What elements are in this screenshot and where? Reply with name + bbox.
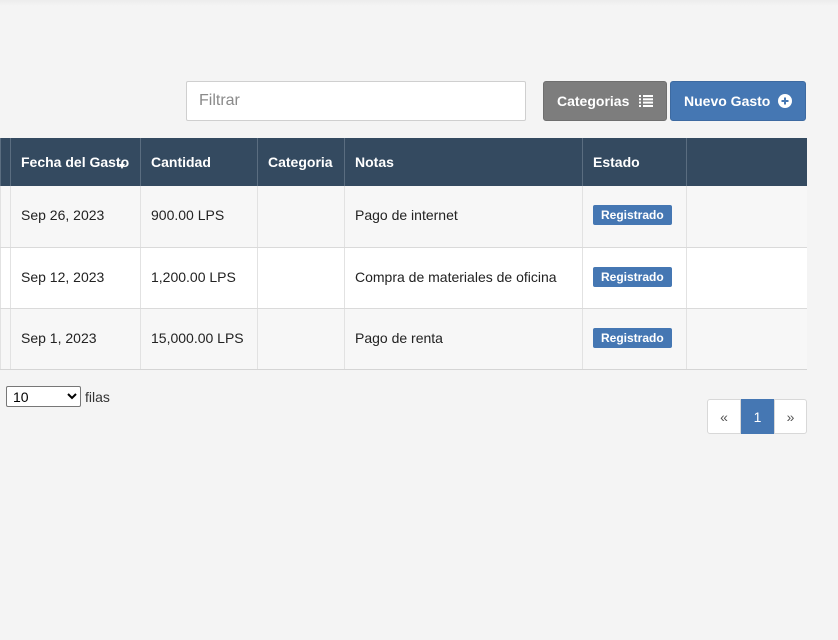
pagination: « 1 » <box>707 399 807 434</box>
cell-estado: Registrado <box>582 186 686 247</box>
cell-estado: Registrado <box>582 248 686 308</box>
table-header: Fecha del Gasto Cantidad Categoria Notas… <box>0 138 807 186</box>
cell-categoria <box>257 186 344 247</box>
row-select-cell <box>0 248 10 308</box>
pagination-prev-button[interactable]: « <box>707 399 741 434</box>
new-expense-button[interactable]: Nuevo Gasto <box>670 81 806 121</box>
cell-actions <box>686 248 807 308</box>
table-row[interactable]: Sep 12, 2023 1,200.00 LPS Compra de mate… <box>0 247 807 308</box>
cell-notas: Compra de materiales de oficina <box>344 248 582 308</box>
rows-label: filas <box>85 388 110 405</box>
column-header-categoria[interactable]: Categoria <box>257 138 344 186</box>
page-size-select[interactable]: 102550100 <box>6 386 81 407</box>
cell-actions <box>686 309 807 369</box>
categories-button[interactable]: Categorias <box>543 81 667 121</box>
plus-circle-icon <box>778 94 792 108</box>
column-header-notas[interactable]: Notas <box>344 138 582 186</box>
cell-cantidad: 1,200.00 LPS <box>140 248 257 308</box>
row-select-cell <box>0 309 10 369</box>
filter-input[interactable] <box>186 81 526 121</box>
cell-cantidad: 900.00 LPS <box>140 186 257 247</box>
cell-fecha: Sep 1, 2023 <box>10 309 140 369</box>
cell-cantidad: 15,000.00 LPS <box>140 309 257 369</box>
column-header-actions <box>686 138 807 186</box>
sort-caret-icon <box>119 163 126 169</box>
cell-categoria <box>257 309 344 369</box>
status-badge: Registrado <box>593 205 672 225</box>
cell-actions <box>686 186 807 247</box>
status-badge: Registrado <box>593 328 672 348</box>
column-header-cantidad[interactable]: Cantidad <box>140 138 257 186</box>
column-header-fecha[interactable]: Fecha del Gasto <box>10 138 140 186</box>
table-row[interactable]: Sep 1, 2023 15,000.00 LPS Pago de renta … <box>0 308 807 369</box>
categories-button-label: Categorias <box>557 93 630 109</box>
cell-notas: Pago de renta <box>344 309 582 369</box>
top-shadow <box>0 0 838 6</box>
new-expense-button-label: Nuevo Gasto <box>684 93 771 109</box>
column-header-select <box>0 138 10 186</box>
pagination-next-button[interactable]: » <box>774 399 807 434</box>
cell-categoria <box>257 248 344 308</box>
expenses-table: Fecha del Gasto Cantidad Categoria Notas… <box>0 138 807 370</box>
cell-estado: Registrado <box>582 309 686 369</box>
list-icon <box>639 95 653 107</box>
status-badge: Registrado <box>593 267 672 287</box>
column-header-estado[interactable]: Estado <box>582 138 686 186</box>
row-select-cell <box>0 186 10 247</box>
cell-notas: Pago de internet <box>344 186 582 247</box>
table-row[interactable]: Sep 26, 2023 900.00 LPS Pago de internet… <box>0 186 807 247</box>
pagination-page-1[interactable]: 1 <box>741 399 774 434</box>
cell-fecha: Sep 12, 2023 <box>10 248 140 308</box>
cell-fecha: Sep 26, 2023 <box>10 186 140 247</box>
page-size-control: 102550100 filas <box>6 386 110 407</box>
